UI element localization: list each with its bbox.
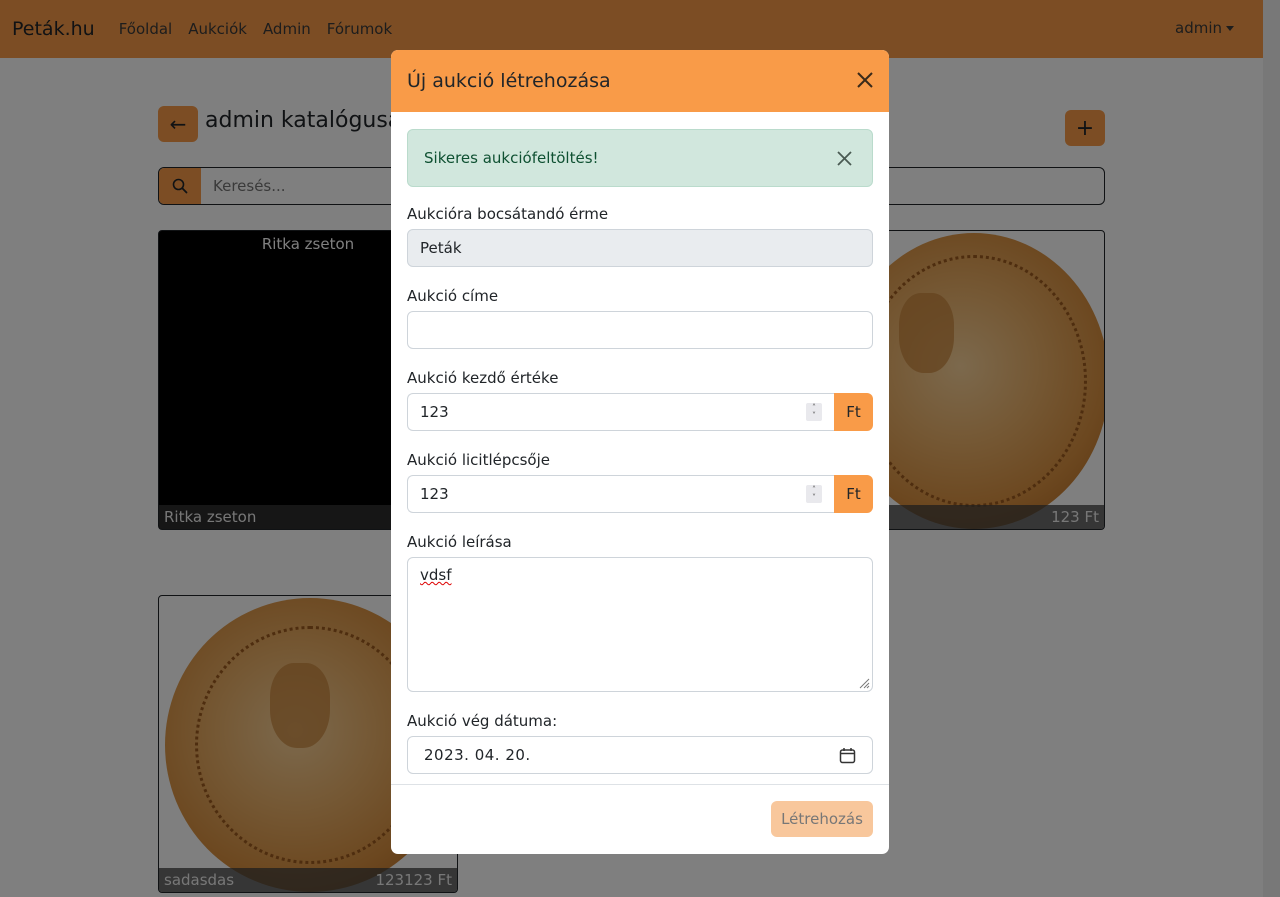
modal-footer: Létrehozás	[391, 784, 889, 854]
end-date-value: 2023. 04. 20.	[424, 746, 531, 764]
coin-field-value: Peták	[420, 239, 462, 257]
start-price-label: Aukció kezdő értéke	[407, 369, 559, 387]
bid-step-value: 123	[420, 485, 449, 503]
start-price-value: 123	[420, 403, 449, 421]
description-value: vdsf	[420, 566, 452, 584]
start-price-group: 123 ˄ ˅ Ft	[407, 393, 873, 431]
modal-body: Sikeres aukciófeltöltés! Aukcióra bocsát…	[391, 112, 889, 774]
description-textarea[interactable]: vdsf	[407, 557, 873, 692]
title-field-label: Aukció címe	[407, 287, 499, 305]
alert-message: Sikeres aukciófeltöltés!	[424, 149, 599, 167]
calendar-icon[interactable]	[839, 747, 856, 764]
coin-field: Peták	[407, 229, 873, 267]
description-label: Aukció leírása	[407, 533, 512, 551]
resize-handle-icon[interactable]	[858, 677, 870, 689]
number-spinner-icon[interactable]: ˄ ˅	[806, 485, 822, 503]
currency-addon: Ft	[834, 475, 873, 513]
bid-step-group: 123 ˄ ˅ Ft	[407, 475, 873, 513]
success-alert: Sikeres aukciófeltöltés!	[407, 129, 873, 187]
modal-title: Új aukció létrehozása	[407, 70, 611, 92]
auction-title-input[interactable]	[407, 311, 873, 349]
create-auction-modal: Új aukció létrehozása Sikeres aukciófelt…	[391, 50, 889, 854]
coin-field-label: Aukcióra bocsátandó érme	[407, 205, 609, 223]
bid-step-label: Aukció licitlépcsője	[407, 451, 550, 469]
number-spinner-icon[interactable]: ˄ ˅	[806, 403, 822, 421]
close-icon[interactable]	[836, 150, 853, 167]
currency-addon: Ft	[834, 393, 873, 431]
create-button[interactable]: Létrehozás	[771, 801, 873, 837]
bid-step-input[interactable]: 123 ˄ ˅	[407, 475, 834, 513]
modal-header: Új aukció létrehozása	[391, 50, 889, 112]
end-date-label: Aukció vég dátuma:	[407, 712, 558, 730]
close-icon[interactable]	[855, 70, 875, 90]
start-price-input[interactable]: 123 ˄ ˅	[407, 393, 834, 431]
end-date-input[interactable]: 2023. 04. 20.	[407, 736, 873, 774]
